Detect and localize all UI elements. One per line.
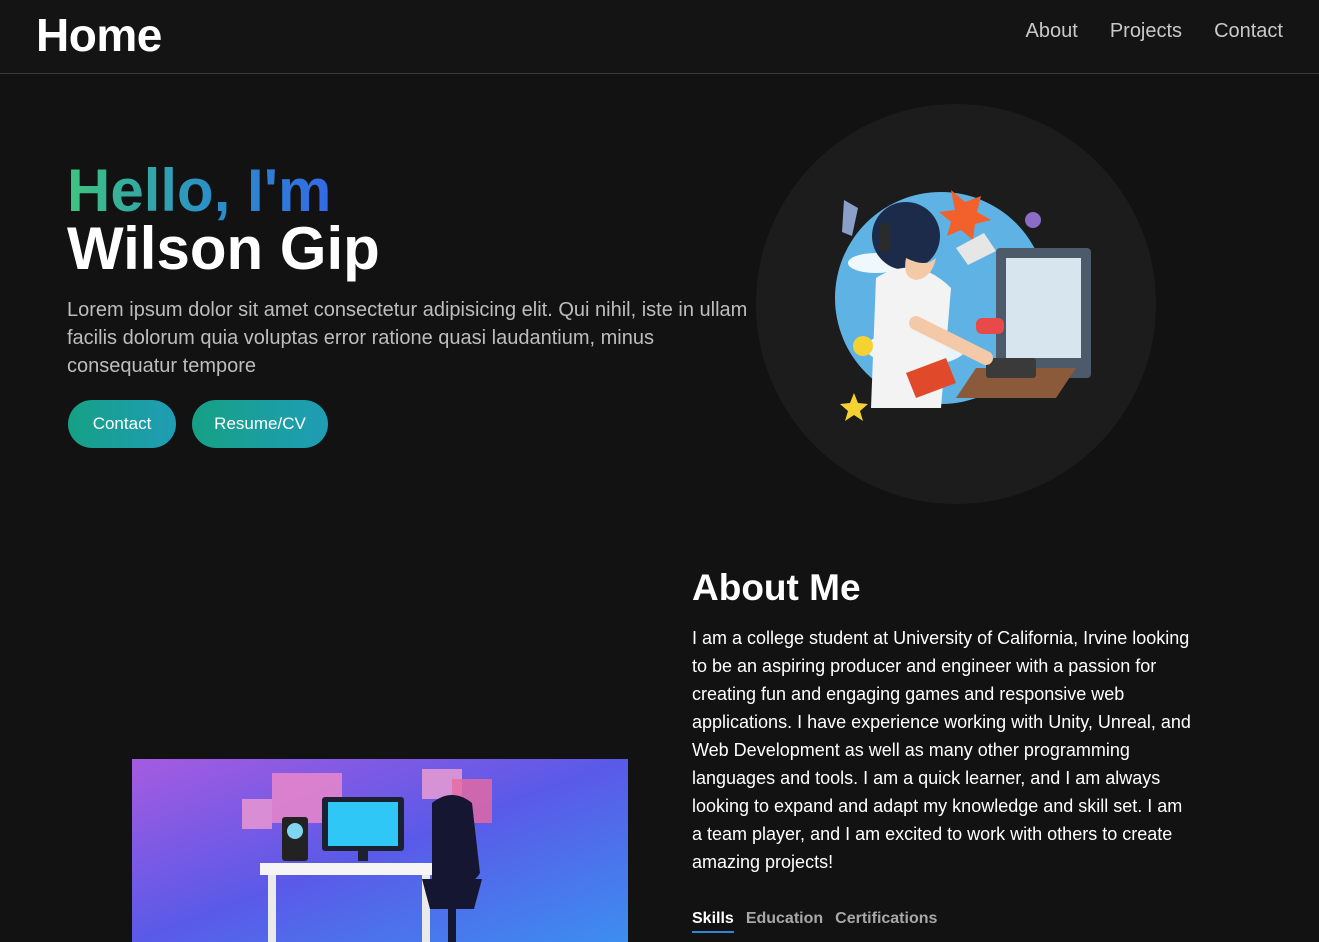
hero-name: Wilson Gip [67, 215, 380, 282]
tab-certifications[interactable]: Certifications [835, 910, 937, 933]
nav-link-projects[interactable]: Projects [1110, 20, 1182, 43]
gaming-setup-illustration [132, 759, 628, 942]
about-title: About Me [692, 567, 861, 608]
about-tabs: Skills Education Certifications [692, 910, 937, 933]
nav-links: About Projects Contact [1026, 20, 1283, 43]
avatar-illustration [835, 190, 1091, 421]
tab-skills[interactable]: Skills [692, 910, 734, 933]
nav-link-contact[interactable]: Contact [1214, 20, 1283, 43]
tab-education[interactable]: Education [746, 910, 823, 933]
hero-description: Lorem ipsum dolor sit amet consectetur a… [67, 299, 748, 377]
resume-button[interactable]: Resume/CV [192, 400, 328, 448]
about-text: I am a college student at University of … [692, 628, 1191, 872]
brand-home-link[interactable]: Home [36, 8, 162, 62]
navbar: Home About Projects Contact [0, 0, 1319, 74]
contact-button[interactable]: Contact [68, 400, 176, 448]
nav-link-about[interactable]: About [1026, 20, 1078, 43]
